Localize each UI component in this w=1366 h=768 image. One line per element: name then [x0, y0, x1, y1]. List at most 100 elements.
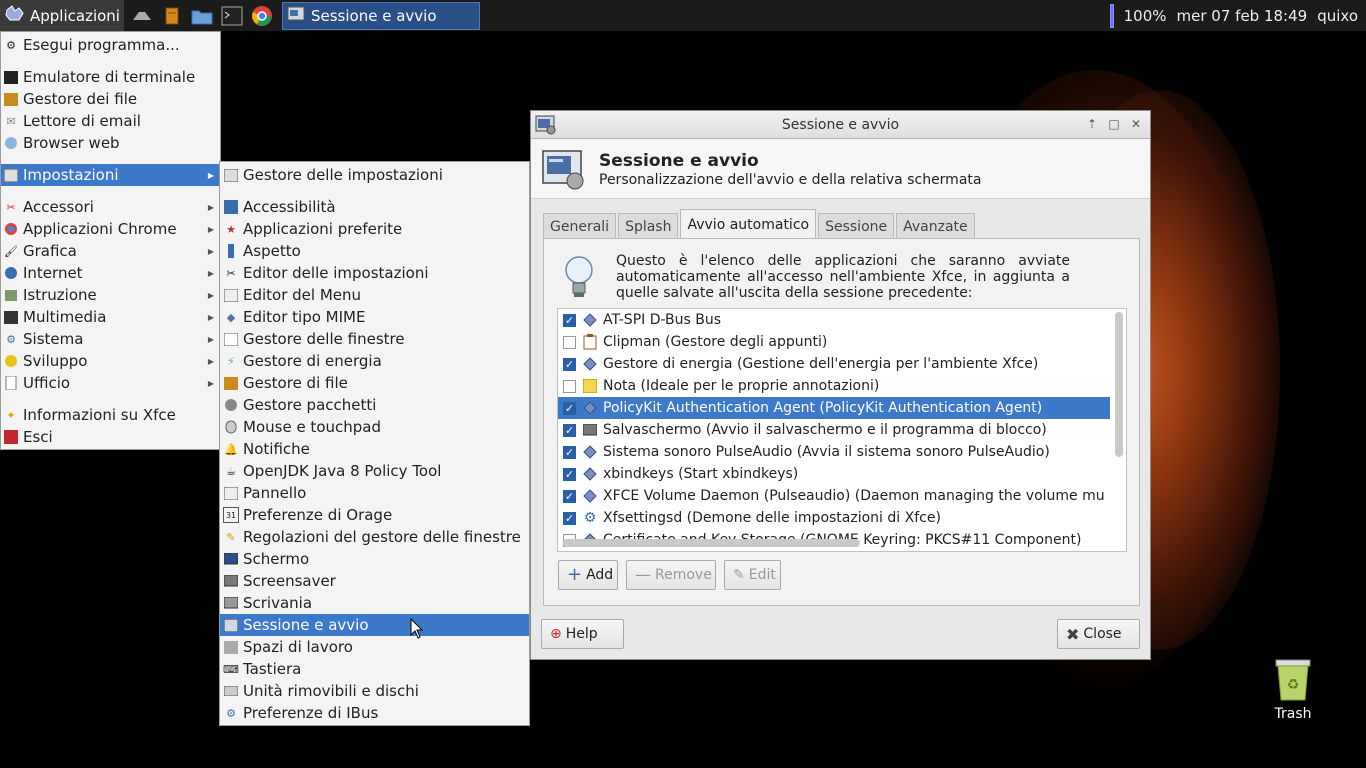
tab-generali[interactable]: Generali: [543, 213, 617, 239]
autostart-row[interactable]: ✓ xbindkeys (Start xbindkeys): [558, 463, 1110, 485]
edit-button-label: Edit: [748, 567, 776, 583]
menu-item-sviluppo[interactable]: Sviluppo ▶: [1, 350, 220, 372]
chrome-launcher-icon[interactable]: [250, 4, 274, 28]
autostart-row-label: Salvaschermo (Avvio il salvaschermo e il…: [603, 422, 1047, 438]
applications-menu-button[interactable]: Applicazioni: [0, 0, 124, 31]
menu-item-web-browser[interactable]: Browser web: [1, 132, 220, 154]
menu-item-accessori[interactable]: ✂ Accessori ▶: [1, 196, 220, 218]
menu-item-wm-tweaks[interactable]: ✎ Regolazioni del gestore delle finestre: [220, 526, 529, 548]
window-app-icon[interactable]: [535, 114, 557, 140]
menu-item-email[interactable]: ✉ Lettore di email: [1, 110, 220, 132]
remove-button[interactable]: — Remove: [626, 560, 716, 590]
tab-avvio-automatico[interactable]: Avvio automatico: [680, 209, 817, 239]
file-manager-icon: [3, 91, 19, 107]
maximize-icon[interactable]: □: [1106, 116, 1122, 132]
tab-sessione[interactable]: Sessione: [818, 213, 895, 239]
close-button[interactable]: ✖ Close: [1057, 619, 1140, 649]
tab-splash[interactable]: Splash: [618, 213, 679, 239]
battery-icon[interactable]: [1109, 3, 1114, 28]
menu-item-multimedia[interactable]: Multimedia ▶: [1, 306, 220, 328]
window-titlebar[interactable]: Sessione e avvio ⇡ □ ✕: [531, 111, 1150, 139]
menu-item-session-startup[interactable]: Sessione e avvio: [220, 614, 529, 636]
autostart-checkbox[interactable]: ✓: [563, 511, 576, 525]
autostart-checkbox[interactable]: ✓: [563, 445, 576, 459]
menu-item-menu-editor[interactable]: Editor del Menu: [220, 284, 529, 306]
menu-item-keyboard[interactable]: ⌨ Tastiera: [220, 658, 529, 680]
menu-item-mouse-touchpad[interactable]: Mouse e touchpad: [220, 416, 529, 438]
autostart-checkbox[interactable]: ✓: [563, 489, 576, 503]
menu-item-istruzione[interactable]: Istruzione ▶: [1, 284, 220, 306]
menu-item-settings-editor[interactable]: ✂ Editor delle impostazioni: [220, 262, 529, 284]
terminal-launcher-icon[interactable]: [220, 4, 244, 28]
menu-item-preferred-apps[interactable]: ★ Applicazioni preferite: [220, 218, 529, 240]
tweaks-icon: ✎: [226, 530, 236, 544]
window-title: Sessione e avvio: [781, 116, 900, 133]
horizontal-scrollbar[interactable]: [563, 539, 860, 547]
autostart-row[interactable]: ✓ Sistema sonoro PulseAudio (Avvia il sis…: [558, 441, 1110, 463]
tab-avanzate[interactable]: Avanzate: [896, 213, 975, 239]
autostart-row[interactable]: ✓ Gestore di energia (Gestione dell'energ…: [558, 353, 1110, 375]
menu-item-workspaces[interactable]: Spazi di lavoro: [220, 636, 529, 658]
autostart-checkbox[interactable]: [563, 379, 576, 393]
hat-launcher-icon[interactable]: [130, 4, 154, 28]
autostart-row[interactable]: ✓ AT-SPI D-Bus Bus: [558, 309, 1110, 331]
autostart-row[interactable]: ✓ ⚙ Xfsettingsd (Demone delle impostazioni…: [558, 507, 1110, 529]
menu-item-file-manager[interactable]: Gestore dei file: [1, 88, 220, 110]
autostart-row[interactable]: ✓ PolicyKit Authentication Agent (PolicyK…: [558, 397, 1110, 419]
menu-item-file-manager-settings[interactable]: Gestore di file: [220, 372, 529, 394]
menu-item-panel[interactable]: Pannello: [220, 482, 529, 504]
menu-item-desktop[interactable]: Scrivania: [220, 592, 529, 614]
menu-item-chrome-apps[interactable]: Applicazioni Chrome ▶: [1, 218, 220, 240]
menu-item-run[interactable]: ⚙ Esegui programma...: [1, 34, 220, 56]
menu-item-internet[interactable]: Internet ▶: [1, 262, 220, 284]
autostart-row[interactable]: ✓ XFCE Volume Daemon (Pulseaudio) (Daemon…: [558, 485, 1110, 507]
menu-item-display[interactable]: Schermo: [220, 548, 529, 570]
clock[interactable]: mer 07 feb 18:49: [1177, 7, 1308, 25]
autostart-checkbox[interactable]: ✓: [563, 467, 576, 481]
notes-launcher-icon[interactable]: [160, 4, 184, 28]
menu-item-esci[interactable]: Esci: [1, 426, 220, 448]
autostart-checkbox[interactable]: ✓: [563, 357, 576, 371]
taskbar-sessione-e-avvio[interactable]: Sessione e avvio: [281, 1, 480, 30]
menu-item-accessibility[interactable]: Accessibilità: [220, 196, 529, 218]
note-icon: [582, 378, 598, 394]
close-icon[interactable]: ✕: [1128, 116, 1144, 132]
menu-item-removable-drives[interactable]: Unità rimovibili e dischi: [220, 680, 529, 702]
autostart-row[interactable]: Clipman (Gestore degli appunti): [558, 331, 1110, 353]
menu-item-label: Internet: [23, 264, 83, 282]
menu-item-about-xfce[interactable]: ✦ Informazioni su Xfce: [1, 404, 220, 426]
add-button[interactable]: + Add: [558, 560, 618, 590]
settings-manager-icon: [223, 167, 239, 183]
menu-item-impostazioni[interactable]: Impostazioni ▶: [1, 164, 220, 186]
vertical-scrollbar[interactable]: [1115, 312, 1123, 457]
trash-desktop-icon[interactable]: ♻ Trash: [1262, 656, 1324, 722]
menu-item-screensaver[interactable]: Screensaver: [220, 570, 529, 592]
user-name[interactable]: quixo: [1317, 7, 1358, 25]
menu-item-settings-manager[interactable]: Gestore delle impostazioni: [220, 164, 529, 186]
menu-item-grafica[interactable]: 🖌 Grafica ▶: [1, 240, 220, 262]
menu-item-ibus[interactable]: ⚙ Preferenze di IBus: [220, 702, 529, 724]
autostart-list[interactable]: ✓ AT-SPI D-Bus Bus Clipman (Gestore degli …: [557, 308, 1127, 552]
edit-button[interactable]: ✎ Edit: [724, 560, 781, 590]
menu-item-ufficio[interactable]: Ufficio ▶: [1, 372, 220, 394]
autostart-row[interactable]: ✓ Salvaschermo (Avvio il salvaschermo e i…: [558, 419, 1110, 441]
help-button[interactable]: ⊕ Help: [541, 619, 624, 649]
menu-item-terminal[interactable]: Emulatore di terminale: [1, 66, 220, 88]
menu-item-power-manager[interactable]: ⚡ Gestore di energia: [220, 350, 529, 372]
menu-item-appearance[interactable]: Aspetto: [220, 240, 529, 262]
menu-item-sistema[interactable]: ⚙ Sistema ▶: [1, 328, 220, 350]
menu-item-window-manager[interactable]: Gestore delle finestre: [220, 328, 529, 350]
autostart-checkbox[interactable]: [563, 335, 576, 349]
roll-up-icon[interactable]: ⇡: [1084, 116, 1100, 132]
folder-launcher-icon[interactable]: [190, 4, 214, 28]
autostart-row[interactable]: Nota (Ideale per le proprie annotazioni): [558, 375, 1110, 397]
menu-item-java-policy[interactable]: ☕ OpenJDK Java 8 Policy Tool: [220, 460, 529, 482]
menu-item-package-manager[interactable]: Gestore pacchetti: [220, 394, 529, 416]
autostart-checkbox[interactable]: ✓: [563, 401, 576, 415]
menu-item-mime-editor[interactable]: ◆ Editor tipo MIME: [220, 306, 529, 328]
menu-item-orage[interactable]: 31 Preferenze di Orage: [220, 504, 529, 526]
menu-item-notifications[interactable]: 🔔 Notifiche: [220, 438, 529, 460]
autostart-checkbox[interactable]: ✓: [563, 423, 576, 437]
diamond-icon: [582, 312, 598, 328]
autostart-checkbox[interactable]: ✓: [563, 313, 576, 327]
